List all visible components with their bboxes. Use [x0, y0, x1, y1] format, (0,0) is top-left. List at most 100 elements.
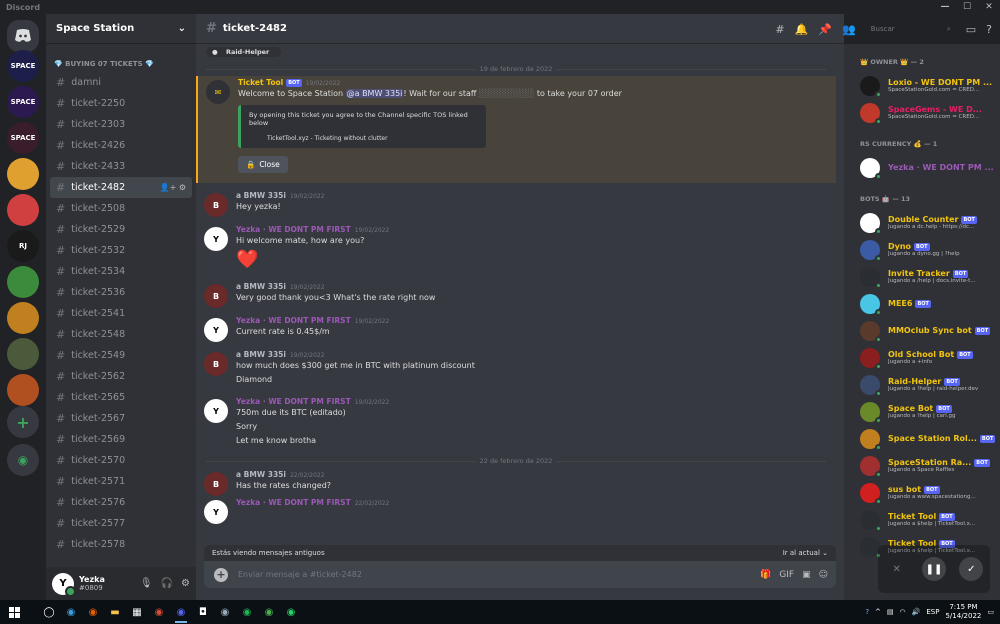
help-icon[interactable]: ?	[986, 23, 992, 36]
channel-item[interactable]: # ticket-2569	[50, 429, 192, 450]
message-author[interactable]: Ticket Tool	[238, 78, 283, 87]
channel-item[interactable]: # ticket-2565	[50, 387, 192, 408]
member-item[interactable]: Yezka · WE DONT PM ...	[844, 154, 1000, 181]
avatar[interactable]: B	[204, 352, 228, 376]
server-header[interactable]: Space Station ⌄	[46, 14, 196, 44]
channel-item[interactable]: # ticket-2482 👤+ ⚙	[50, 177, 192, 198]
server-icon[interactable]	[7, 374, 39, 406]
explore-servers-button[interactable]: ◉	[7, 444, 39, 476]
avatar[interactable]: Y	[204, 318, 228, 342]
sticker-icon[interactable]: ▣	[802, 570, 811, 580]
pause-icon[interactable]: ❚❚	[921, 557, 946, 581]
channel-item[interactable]: # ticket-2570	[50, 450, 192, 471]
channel-item[interactable]: # ticket-2576	[50, 492, 192, 513]
headphones-icon[interactable]: 🎧	[161, 578, 173, 589]
channel-item[interactable]: # ticket-2529	[50, 219, 192, 240]
message-author[interactable]: a BMW 335i	[236, 282, 286, 291]
channel-item[interactable]: # ticket-2562	[50, 366, 192, 387]
firefox-icon[interactable]: ◉	[82, 600, 104, 624]
channel-item[interactable]: # ticket-2541	[50, 303, 192, 324]
close-icon[interactable]: ✕	[978, 0, 1000, 14]
notifications-icon[interactable]: ▭	[987, 608, 994, 616]
channel-item[interactable]: # damni	[50, 72, 192, 93]
member-item[interactable]: Ticket Tool BOT Jugando a $help | TicketTo…	[844, 506, 1000, 533]
chrome-icon[interactable]: ◉	[148, 600, 170, 624]
add-attachment-icon[interactable]: +	[214, 567, 228, 582]
network-icon[interactable]: ▤	[887, 608, 894, 616]
members-icon[interactable]: 👥	[842, 23, 856, 36]
server-icon[interactable]: RJ	[7, 230, 39, 262]
member-item[interactable]: Space Bot BOT Jugando a !help | carl.gg	[844, 398, 1000, 425]
channel-item[interactable]: # ticket-2426	[50, 135, 192, 156]
server-icon[interactable]	[7, 338, 39, 370]
avatar[interactable]: B	[204, 193, 228, 217]
maximize-icon[interactable]: ☐	[956, 0, 978, 14]
chrome-icon[interactable]: ◉	[258, 600, 280, 624]
channel-category[interactable]: 💎 BUYING 07 TICKETS 💎	[46, 44, 196, 72]
channel-item[interactable]: # ticket-2250	[50, 93, 192, 114]
ghost-icon[interactable]: ✕	[885, 557, 909, 581]
language-indicator[interactable]: ESP	[926, 608, 939, 616]
check-icon[interactable]: ✓	[959, 557, 984, 581]
edge-icon[interactable]: ◉	[60, 600, 82, 624]
file-explorer-icon[interactable]: ▬	[104, 600, 126, 624]
search-icon[interactable]: ◯	[38, 600, 60, 624]
member-item[interactable]: Dyno BOT Jugando a dyno.gg | ?help	[844, 236, 1000, 263]
server-icon[interactable]	[7, 194, 39, 226]
search-input[interactable]: Buscar ⌕	[865, 21, 956, 37]
pin-icon[interactable]: 📌	[818, 23, 832, 36]
chevron-up-icon[interactable]: ^	[875, 608, 881, 616]
threads-icon[interactable]: #	[775, 23, 784, 36]
channel-item[interactable]: # ticket-2433	[50, 156, 192, 177]
discord-taskbar-icon[interactable]: ◉	[170, 600, 192, 624]
gif-icon[interactable]: GIF	[779, 570, 794, 580]
member-item[interactable]: Invite Tracker BOT Jugando a /help | docs.…	[844, 263, 1000, 290]
server-icon[interactable]: SPACE	[7, 86, 39, 118]
member-item[interactable]: Space Station Rol... BOT	[844, 425, 1000, 452]
add-server-button[interactable]: +	[7, 406, 39, 438]
avatar[interactable]: Y	[52, 572, 76, 597]
bell-icon[interactable]: 🔔	[795, 23, 809, 36]
emoji-icon[interactable]: ☺	[819, 570, 828, 580]
channel-item[interactable]: # ticket-2536	[50, 282, 192, 303]
message-author[interactable]: Yezka · WE DONT PM FIRST	[236, 397, 351, 406]
whatsapp-icon[interactable]: ◉	[280, 600, 302, 624]
mention[interactable]: @a BMW 335i	[345, 89, 404, 98]
member-item[interactable]: Old School Bot BOT Jugando a +info	[844, 344, 1000, 371]
message-composer[interactable]: + Enviar mensaje a #ticket-2482 🎁 GIF ▣ …	[204, 561, 836, 588]
channel-item[interactable]: # ticket-2549	[50, 345, 192, 366]
steam-icon[interactable]: ◉	[214, 600, 236, 624]
microphone-icon[interactable]: 🎙	[140, 578, 153, 589]
avatar[interactable]: ✉	[206, 80, 230, 104]
inbox-icon[interactable]: ▭	[966, 23, 976, 36]
avatar[interactable]: Y	[204, 500, 228, 524]
help-icon[interactable]: ?	[865, 608, 869, 616]
minimize-icon[interactable]: —	[934, 0, 956, 14]
home-button[interactable]	[7, 20, 39, 52]
windows-start-icon[interactable]	[0, 600, 28, 624]
member-item[interactable]: sus bot BOT Jugando a www.spacestationg...	[844, 479, 1000, 506]
member-item[interactable]: Double Counter BOT Jugando a dc.help - htt…	[844, 209, 1000, 236]
invite-settings-icon[interactable]: 👤+ ⚙	[160, 183, 186, 192]
message-author[interactable]: a BMW 335i	[236, 350, 286, 359]
channel-item[interactable]: # ticket-2567	[50, 408, 192, 429]
wifi-icon[interactable]: ◠	[900, 608, 906, 616]
member-item[interactable]: MMOclub Sync bot BOT	[844, 317, 1000, 344]
message-author[interactable]: Yezka · WE DONT PM FIRST	[236, 316, 351, 325]
channel-item[interactable]: # ticket-2508	[50, 198, 192, 219]
channel-item[interactable]: # ticket-2548	[50, 324, 192, 345]
member-item[interactable]: SpaceGems - WE D... SpaceStationGold.com …	[844, 99, 1000, 126]
clock[interactable]: 7:15 PM 5/14/2022	[945, 603, 981, 621]
calculator-icon[interactable]: ▦	[126, 600, 148, 624]
gear-icon[interactable]: ⚙	[181, 578, 190, 589]
message-author[interactable]: Yezka · WE DONT PM FIRST	[236, 225, 351, 234]
volume-icon[interactable]: 🔊	[912, 608, 921, 616]
server-icon[interactable]	[7, 302, 39, 334]
gift-icon[interactable]: 🎁	[760, 570, 771, 580]
avatar[interactable]: Y	[204, 227, 228, 251]
channel-item[interactable]: # ticket-2532	[50, 240, 192, 261]
channel-item[interactable]: # ticket-2303	[50, 114, 192, 135]
member-item[interactable]: SpaceStation Ra... BOT Jugando a Space Raf…	[844, 452, 1000, 479]
message-input[interactable]: Enviar mensaje a #ticket-2482	[238, 570, 362, 579]
member-item[interactable]: MEE6 BOT	[844, 290, 1000, 317]
